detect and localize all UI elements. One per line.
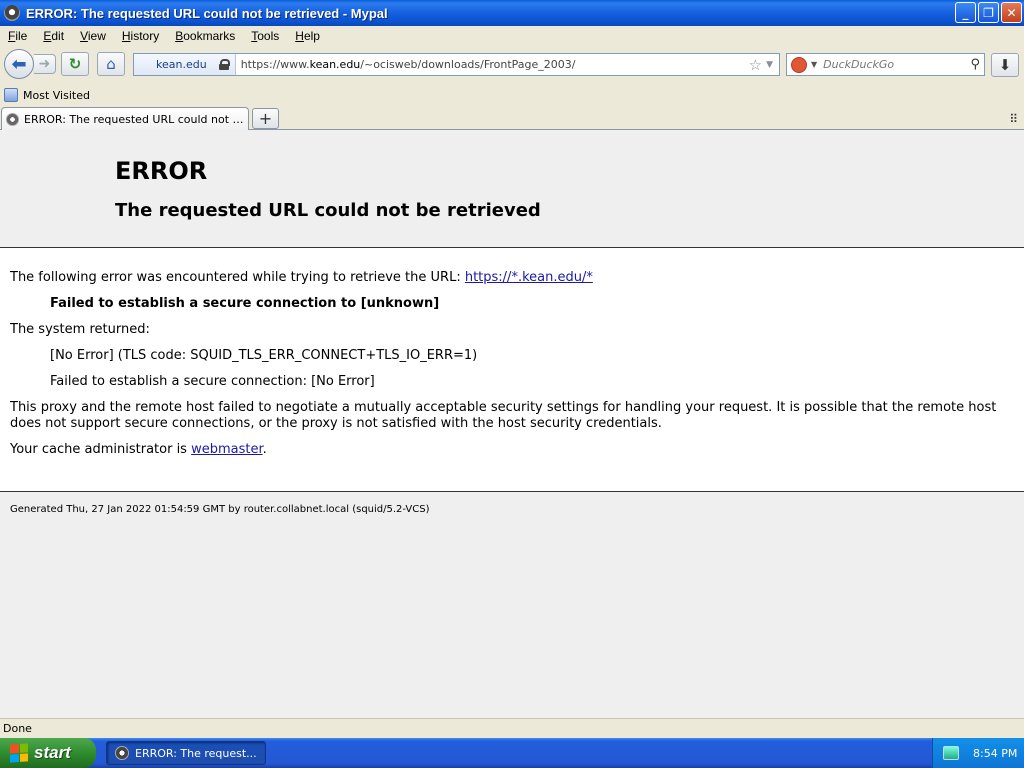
admin-prefix: Your cache administrator is bbox=[10, 442, 192, 457]
menu-view[interactable]: View bbox=[74, 29, 112, 43]
tls-code-text: [No Error] (TLS code: SQUID_TLS_ERR_CONN… bbox=[50, 348, 478, 363]
url-domain: kean.edu bbox=[309, 58, 361, 71]
search-icon[interactable]: ⚲ bbox=[970, 57, 980, 72]
url-input[interactable]: https://www.kean.edu/~ocisweb/downloads/… bbox=[236, 58, 749, 71]
download-arrow-icon: ⬇ bbox=[998, 56, 1012, 74]
status-text: Done bbox=[3, 722, 32, 735]
downloads-button[interactable]: ⬇ bbox=[991, 53, 1019, 77]
windows-taskbar: start ERROR: The request... 8:54 PM bbox=[0, 738, 1024, 768]
start-button[interactable]: start bbox=[0, 738, 96, 768]
page-content: ERROR The requested URL could not be ret… bbox=[0, 130, 1024, 718]
task-label: ERROR: The request... bbox=[135, 746, 257, 760]
plus-icon: + bbox=[258, 109, 273, 128]
error-url-link[interactable]: https://*.kean.edu/* bbox=[465, 270, 593, 285]
start-label: start bbox=[34, 743, 71, 762]
site-identity-button[interactable]: kean.edu bbox=[134, 54, 236, 75]
menu-tools[interactable]: Tools bbox=[245, 29, 285, 43]
mypal-app-icon[interactable] bbox=[4, 5, 20, 21]
search-engine-dropdown-icon[interactable]: ▼ bbox=[811, 60, 817, 69]
duckduckgo-icon[interactable] bbox=[791, 56, 807, 73]
minimize-button[interactable]: _ bbox=[955, 2, 976, 23]
most-visited-icon bbox=[4, 88, 18, 102]
windows-logo-icon bbox=[10, 743, 28, 763]
tab-favicon-icon bbox=[6, 112, 19, 126]
error-message: Failed to establish a secure connection … bbox=[50, 296, 440, 311]
menu-file[interactable]: File bbox=[2, 29, 33, 43]
explanation-text: This proxy and the remote host failed to… bbox=[10, 400, 997, 431]
new-tab-button[interactable]: + bbox=[252, 108, 279, 129]
error-intro-text: The following error was encountered whil… bbox=[10, 270, 465, 285]
failed-connection-text: Failed to establish a secure connection:… bbox=[50, 374, 375, 389]
error-body: The following error was encountered whil… bbox=[0, 248, 1024, 492]
back-button[interactable]: ⬅ bbox=[4, 49, 34, 79]
bookmarks-toolbar: Most Visited bbox=[0, 85, 1024, 105]
menu-bar: File Edit View History Bookmarks Tools H… bbox=[0, 26, 1024, 46]
tab-list-icon[interactable]: ⠿ bbox=[1009, 112, 1018, 126]
close-button[interactable]: ✕ bbox=[1001, 2, 1022, 23]
admin-suffix: . bbox=[262, 442, 267, 457]
admin-line: Your cache administrator is webmaster. bbox=[10, 442, 1014, 458]
tab-error-page[interactable]: ERROR: The requested URL could not be re… bbox=[1, 107, 249, 130]
taskbar-window-button[interactable]: ERROR: The request... bbox=[106, 741, 266, 765]
error-intro: The following error was encountered whil… bbox=[10, 270, 1014, 286]
webmaster-link[interactable]: webmaster bbox=[191, 442, 263, 457]
reload-icon: ↻ bbox=[68, 55, 82, 73]
window-controls: _ ❐ ✕ bbox=[955, 2, 1022, 23]
clock[interactable]: 8:54 PM bbox=[973, 747, 1017, 760]
menu-edit[interactable]: Edit bbox=[37, 29, 70, 43]
mypal-task-icon bbox=[115, 746, 129, 760]
menu-help[interactable]: Help bbox=[289, 29, 326, 43]
search-bar[interactable]: ▼ DuckDuckGo ⚲ bbox=[786, 53, 985, 76]
window-title: ERROR: The requested URL could not be re… bbox=[26, 5, 388, 21]
url-path: /~ocisweb/downloads/FrontPage_2003/ bbox=[360, 58, 576, 71]
reload-button[interactable]: ↻ bbox=[61, 52, 89, 76]
system-returned-label: The system returned: bbox=[10, 322, 150, 337]
url-bar[interactable]: kean.edu https://www.kean.edu/~ocisweb/d… bbox=[133, 53, 780, 76]
maximize-button[interactable]: ❐ bbox=[978, 2, 999, 23]
menu-bookmarks[interactable]: Bookmarks bbox=[169, 29, 241, 43]
most-visited-bookmark[interactable]: Most Visited bbox=[23, 89, 90, 102]
error-subtitle: The requested URL could not be retrieved bbox=[115, 200, 541, 221]
url-history-dropdown-icon[interactable]: ▼ bbox=[766, 60, 773, 70]
identity-label: kean.edu bbox=[156, 58, 207, 71]
home-button[interactable]: ⌂ bbox=[97, 52, 125, 76]
bookmark-star-icon[interactable]: ☆ bbox=[749, 56, 762, 74]
status-bar: Done bbox=[0, 718, 1024, 738]
tab-strip: ERROR: The requested URL could not be re… bbox=[0, 106, 1024, 130]
lock-icon bbox=[218, 59, 230, 70]
home-icon: ⌂ bbox=[106, 55, 116, 73]
network-icon[interactable] bbox=[943, 746, 959, 760]
system-tray: 8:54 PM bbox=[932, 738, 1024, 768]
error-footer: Generated Thu, 27 Jan 2022 01:54:59 GMT … bbox=[10, 504, 430, 515]
error-header: ERROR The requested URL could not be ret… bbox=[0, 130, 1024, 248]
forward-arrow-icon: ➜ bbox=[38, 56, 51, 72]
back-arrow-icon: ⬅ bbox=[11, 53, 27, 75]
search-input[interactable]: DuckDuckGo bbox=[823, 58, 970, 71]
forward-button[interactable]: ➜ bbox=[34, 54, 56, 74]
url-prefix: https://www. bbox=[240, 58, 310, 71]
tab-label: ERROR: The requested URL could not be re… bbox=[24, 112, 246, 126]
window-titlebar[interactable]: ERROR: The requested URL could not be re… bbox=[0, 0, 1024, 26]
error-title: ERROR bbox=[115, 157, 208, 185]
menu-history[interactable]: History bbox=[116, 29, 165, 43]
